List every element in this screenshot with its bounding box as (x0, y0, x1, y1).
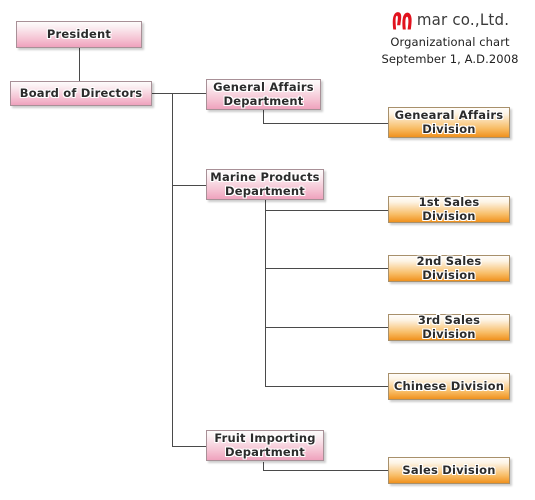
node-genearal-affairs-division[interactable]: Genearal Affairs Division (388, 107, 510, 138)
node-fruit-sales-division-label: Sales Division (402, 462, 496, 477)
organizational-chart: mar co.,Ltd. Organizational chart Septem… (0, 0, 535, 500)
label-line-2: Department (225, 183, 305, 198)
spine-marine-department (265, 196, 266, 386)
node-1st-sales-division[interactable]: 1st Sales Division (388, 194, 510, 223)
company-logo: mar co.,Ltd. (370, 8, 530, 32)
label-line-1: Fruit Importing (214, 430, 316, 445)
node-fruit-importing-department-label: Fruit Importing Department (214, 430, 316, 459)
edge-marine-sales3 (265, 327, 388, 328)
node-board-of-directors-label: Board of Directors (19, 85, 143, 100)
node-fruit-sales-division[interactable]: Sales Division (388, 457, 510, 484)
trunk-board-departments (172, 93, 173, 446)
label-line-1: Marine Products (210, 169, 320, 184)
edge-board-trunk-stub (152, 93, 173, 94)
node-2nd-sales-division-label: 2nd Sales Division (416, 253, 482, 282)
mar-logo-mark-icon (392, 11, 412, 29)
node-general-affairs-department-label: General Affairs Department (213, 79, 314, 108)
edge-president-board (79, 48, 80, 81)
edge-fruit-dept-drop (263, 462, 264, 470)
node-fruit-importing-department[interactable]: Fruit Importing Department (206, 430, 324, 461)
label-line-1: Genearal Affairs (394, 107, 504, 122)
label-line-1: General Affairs (213, 79, 314, 94)
chart-title: Organizational chart (390, 35, 510, 49)
label-line-2: Department (225, 444, 305, 459)
node-marine-products-department-label: Marine Products Department (210, 169, 320, 198)
edge-marine-sales1 (265, 210, 388, 211)
node-3rd-sales-division-label: 3rd Sales Division (417, 312, 481, 341)
edge-fruit-dept-division (263, 470, 388, 471)
edge-general-dept-division (263, 123, 388, 124)
edge-marine-chinese (265, 386, 388, 387)
node-general-affairs-department[interactable]: General Affairs Department (206, 79, 321, 110)
edge-trunk-general-dept (172, 93, 206, 94)
node-president-label: President (46, 26, 112, 41)
label-line-2: Division (422, 121, 476, 136)
node-2nd-sales-division[interactable]: 2nd Sales Division (388, 253, 510, 282)
node-marine-products-department[interactable]: Marine Products Department (206, 169, 324, 200)
node-3rd-sales-division[interactable]: 3rd Sales Division (388, 312, 510, 341)
company-wordmark: mar co.,Ltd. (416, 10, 510, 30)
edge-trunk-fruit-dept (172, 446, 206, 447)
edge-marine-sales2 (265, 268, 388, 269)
edge-trunk-marine-dept (172, 185, 206, 186)
node-chinese-division-label: Chinese Division (393, 378, 505, 393)
edge-general-dept-drop (263, 110, 264, 123)
node-chinese-division[interactable]: Chinese Division (388, 373, 510, 400)
chart-header: mar co.,Ltd. Organizational chart Septem… (370, 8, 530, 66)
node-president[interactable]: President (16, 21, 142, 48)
label-line-2: Department (223, 93, 304, 108)
node-board-of-directors[interactable]: Board of Directors (10, 81, 152, 106)
chart-date: September 1, A.D.2008 (381, 52, 519, 66)
node-1st-sales-division-label: 1st Sales Division (418, 194, 480, 223)
node-genearal-affairs-division-label: Genearal Affairs Division (394, 107, 504, 136)
